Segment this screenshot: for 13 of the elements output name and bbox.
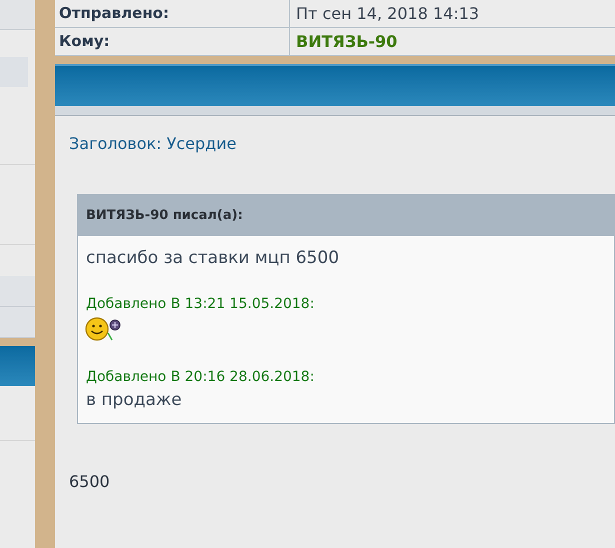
sidebar-item: [0, 307, 35, 338]
message-text: спасибо за ставки мцп 6500: [86, 247, 340, 270]
recipient-name[interactable]: ВИТЯЗЬ-90: [290, 28, 398, 55]
subject-title: Заголовок: Усердие: [69, 133, 238, 155]
sent-date: Пт сен 14, 2018 14:13: [295, 2, 480, 24]
reply-text: 6500: [69, 471, 111, 493]
added-note: Добавлено В 13:21 15.05.2018:: [86, 294, 316, 314]
message-text: в продаже: [86, 388, 183, 412]
added-note: Добавлено В 20:16 28.06.2018:: [86, 368, 316, 386]
quote-header: ВИТЯЗЬ-90 писал(а):: [78, 195, 614, 236]
header-label: Отправлено:: [55, 0, 290, 27]
sidebar-bar: [0, 346, 35, 386]
header-label: Кому:: [55, 28, 290, 55]
